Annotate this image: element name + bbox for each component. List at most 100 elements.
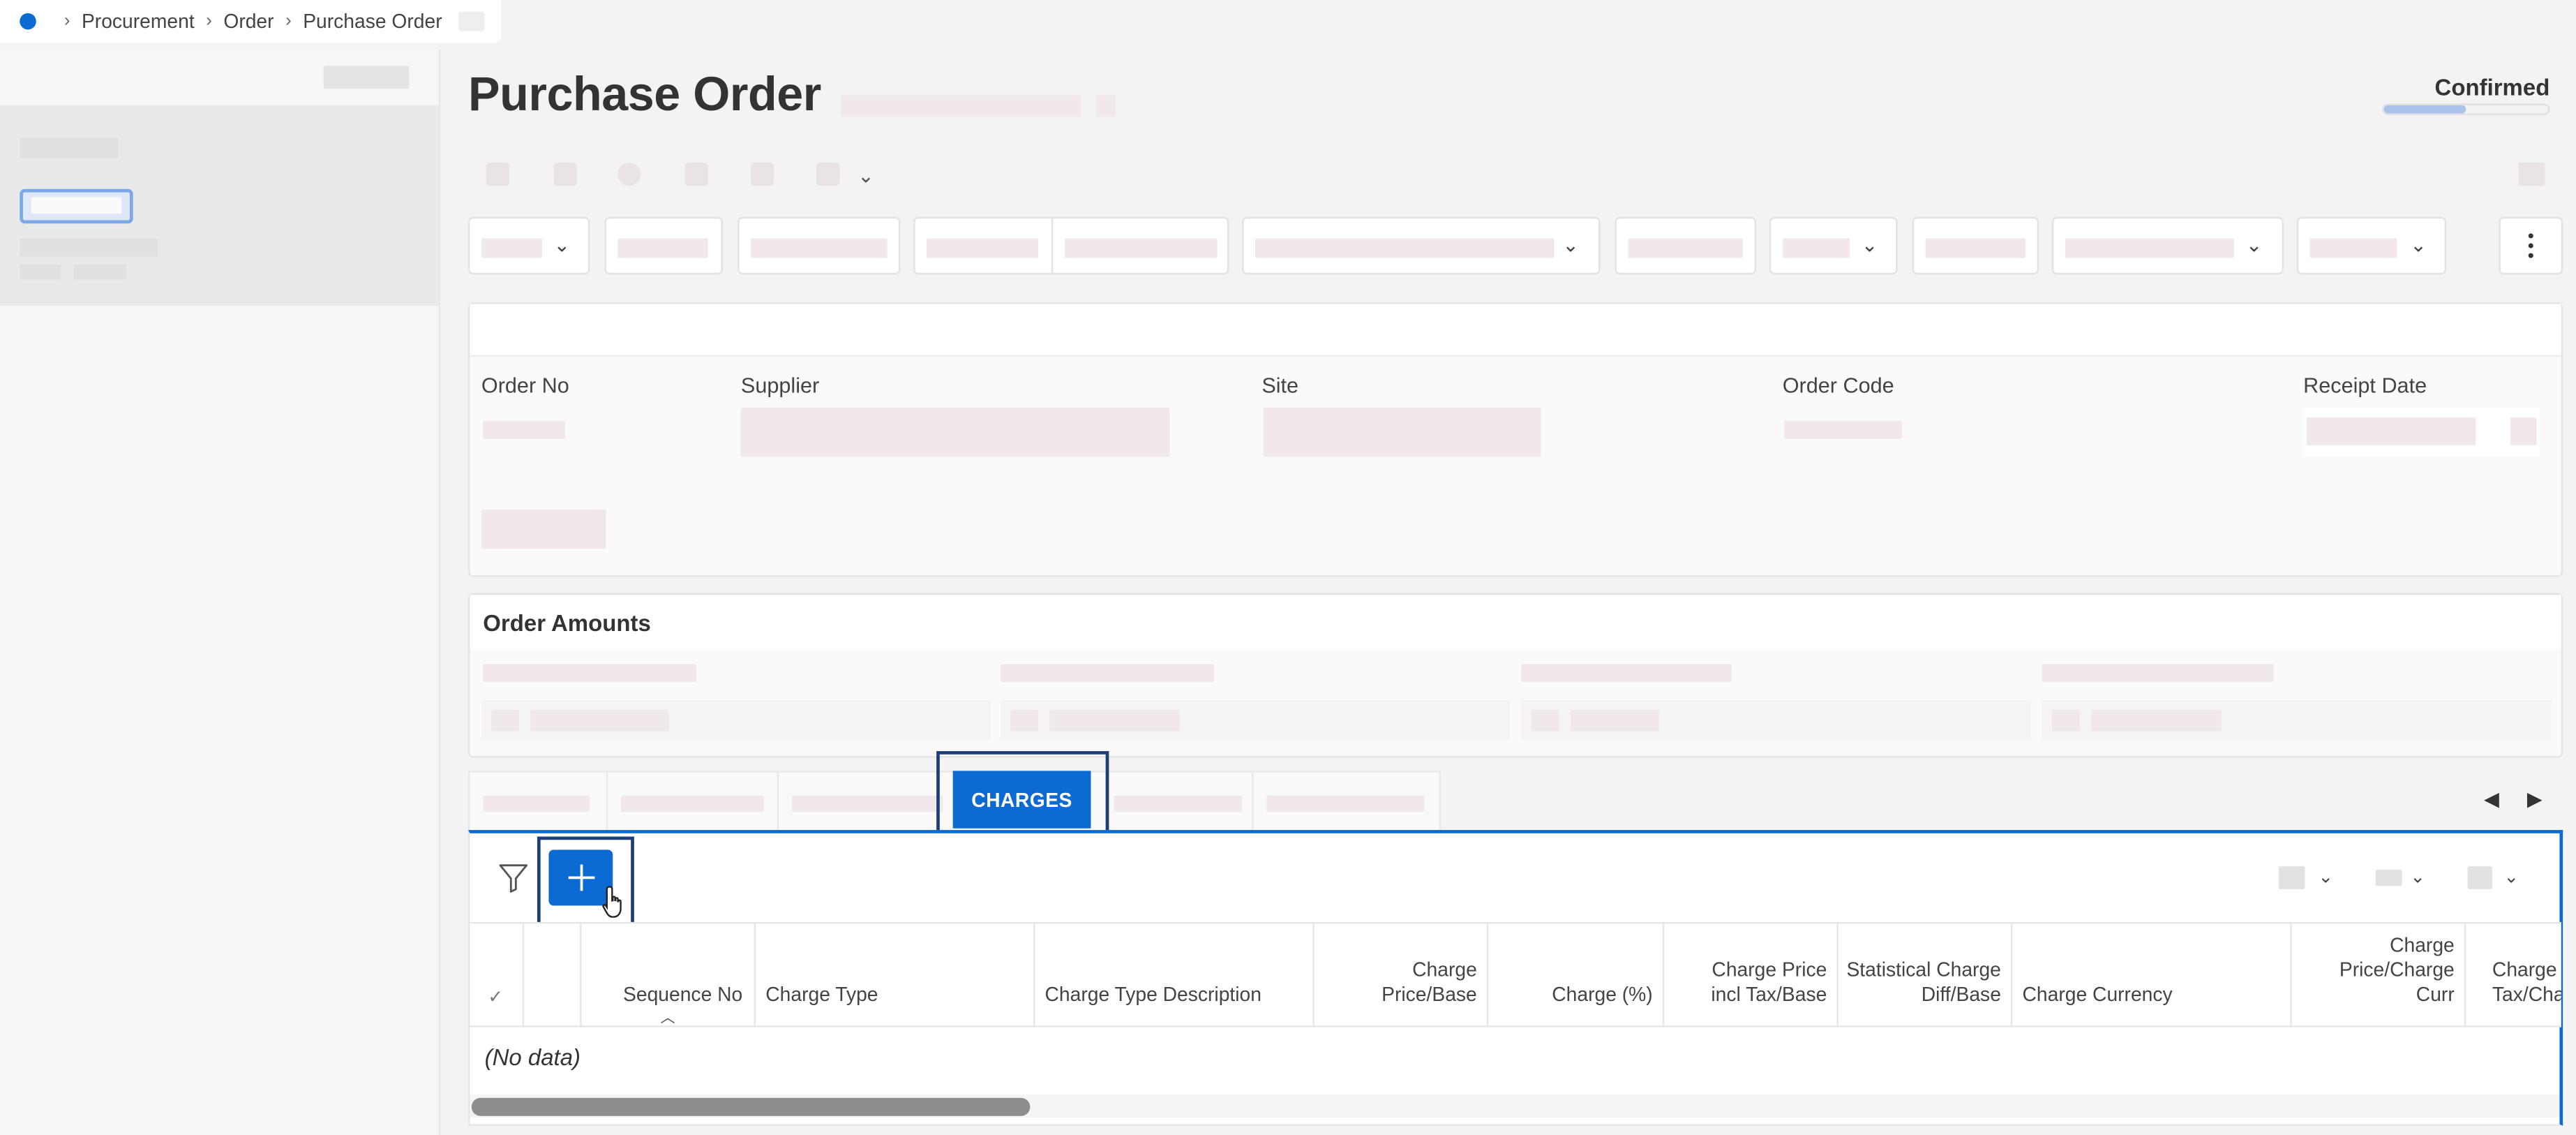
toolbar-action-placeholder[interactable] (617, 163, 641, 186)
receipt-date-field[interactable] (2303, 407, 2540, 457)
filter-icon[interactable] (497, 861, 529, 903)
home-dot-icon[interactable] (20, 13, 36, 30)
chevron-down-icon: ⌄ (553, 233, 571, 257)
filter-dropdown[interactable]: ⌄ (2296, 216, 2446, 275)
filter-value-placeholder (1064, 238, 1218, 258)
column-label: Charge Price/Base (1381, 958, 1477, 1007)
column-header-charge-price-charge-curr[interactable]: Charge Price/Charge Curr (2292, 923, 2466, 1028)
status-label: Confirmed (2434, 73, 2550, 101)
filter-field[interactable] (1912, 216, 2039, 275)
chevron-down-icon: ⌄ (2410, 233, 2427, 257)
column-header-charge-type-description[interactable]: Charge Type Description (1035, 923, 1315, 1028)
left-navigator-panel (0, 49, 441, 1135)
row-action-column (524, 923, 582, 1028)
tab-placeholder[interactable] (608, 772, 779, 832)
column-label: Charge (%) (1552, 983, 1653, 1007)
tab-placeholder[interactable] (779, 773, 943, 832)
caret-right-icon[interactable]: ▶ (2527, 787, 2543, 810)
amount-label-placeholder (1521, 664, 1732, 683)
filter-value-placeholder (2309, 238, 2397, 258)
status-progress-fill (2383, 105, 2466, 114)
column-header-charge-price-incl-tax-base[interactable]: Charge Price incl Tax/Base (1664, 923, 1839, 1028)
chevron-right-icon: › (63, 11, 70, 31)
title-icon-placeholder (1095, 95, 1116, 117)
filter-range-field[interactable] (913, 216, 1229, 275)
toolbar-action-placeholder[interactable] (553, 163, 577, 186)
tab-charges[interactable]: CHARGES (952, 771, 1091, 829)
left-panel-selected-record[interactable] (0, 105, 439, 306)
toolbar-action-placeholder[interactable] (751, 163, 774, 186)
filter-dropdown[interactable]: ⌄ (1769, 216, 1898, 275)
filter-dropdown[interactable]: ⌄ (1242, 216, 1601, 275)
toolbar-action-placeholder[interactable] (486, 163, 509, 186)
breadcrumb-item-order[interactable]: Order (223, 10, 274, 33)
record-highlight (20, 188, 133, 224)
supplier-value[interactable] (740, 407, 1170, 457)
filter-value-placeholder (617, 238, 708, 258)
filter-field[interactable] (737, 216, 901, 275)
column-label: Statistical Charge Diff/Base (1846, 958, 2001, 1007)
sort-ascending-icon[interactable]: ︿ (661, 1006, 675, 1028)
filter-value-placeholder (751, 238, 888, 258)
filter-value-placeholder (1782, 238, 1850, 258)
toolbar-right-placeholder[interactable] (2518, 163, 2545, 186)
record-line-placeholder (20, 265, 61, 280)
column-label: Sequence No (623, 983, 743, 1007)
chevron-down-icon: ⌄ (1861, 233, 1878, 257)
header-card-top (470, 304, 2561, 357)
horizontal-scrollbar[interactable] (470, 1095, 2560, 1118)
caret-left-icon[interactable]: ◀ (2484, 787, 2499, 810)
filter-field[interactable] (1615, 216, 1757, 275)
tab-placeholder[interactable] (470, 772, 608, 832)
receipt-date-value (2306, 417, 2476, 446)
scrollbar-thumb[interactable] (471, 1097, 1031, 1116)
column-header-charge-price-base[interactable]: Charge Price/Base (1315, 923, 1489, 1028)
chevron-down-icon: ⌄ (2245, 233, 2263, 257)
column-header-charge-percent[interactable]: Charge (%) (1488, 923, 1665, 1028)
amount-label-placeholder (1000, 664, 1215, 683)
order-amounts-card: Order Amounts (468, 593, 2563, 758)
check-icon[interactable]: ✓ (488, 986, 503, 1011)
select-all-column[interactable]: ✓ (470, 923, 525, 1028)
status-progress-bar (2382, 103, 2550, 115)
order-no-label: Order No (481, 373, 569, 398)
amount-label-placeholder (483, 664, 697, 683)
amount-value-field (1000, 700, 1510, 740)
column-label: Charge P Tax/Cha (2492, 958, 2561, 1007)
filter-value-placeholder (926, 238, 1039, 258)
chevron-down-icon[interactable]: ⌄ (858, 164, 874, 187)
left-panel-action-placeholder[interactable] (323, 66, 410, 89)
tab-placeholder[interactable] (1254, 773, 1441, 832)
filter-value-placeholder (1628, 238, 1744, 258)
breadcrumb: › Procurement › Order › Purchase Order (0, 0, 502, 43)
site-label: Site (1261, 373, 1299, 398)
chevron-right-icon: › (206, 11, 212, 31)
filter-dropdown[interactable]: ⌄ (468, 216, 590, 275)
order-no-value (483, 420, 565, 439)
calendar-icon[interactable] (2510, 417, 2537, 446)
column-label: Charge Type (765, 983, 878, 1007)
breadcrumb-item-purchase-order[interactable]: Purchase Order (303, 10, 442, 33)
tab-placeholder[interactable] (1104, 772, 1254, 832)
supplier-label: Supplier (740, 373, 820, 398)
toolbar-action-placeholder[interactable] (816, 163, 840, 186)
more-vertical-icon[interactable] (2499, 216, 2563, 275)
column-header-charge-type[interactable]: Charge Type (756, 923, 1035, 1028)
record-line-placeholder (20, 138, 119, 158)
filter-dropdown[interactable]: ⌄ (2051, 216, 2284, 275)
amount-value-field (481, 700, 991, 740)
toolbar-action-placeholder[interactable] (684, 163, 708, 186)
plus-icon (567, 864, 594, 891)
empty-table-message: (No data) (484, 1044, 581, 1070)
filter-field[interactable] (604, 216, 724, 275)
amount-value-field (1521, 700, 2031, 740)
tab-scroll-arrows: ◀ ▶ (2484, 787, 2543, 810)
column-header-statistical-charge-diff-base[interactable]: Statistical Charge Diff/Base (1839, 923, 2013, 1028)
site-value[interactable] (1263, 407, 1541, 457)
filter-value-placeholder (481, 238, 543, 258)
filter-value-placeholder (1925, 238, 2026, 258)
order-amounts-title: Order Amounts (483, 609, 651, 637)
breadcrumb-item-procurement[interactable]: Procurement (82, 10, 195, 33)
column-header-charge-price-incl-tax-charge-curr[interactable]: Charge P Tax/Cha (2466, 923, 2561, 1027)
column-header-charge-currency[interactable]: Charge Currency (2012, 923, 2292, 1028)
